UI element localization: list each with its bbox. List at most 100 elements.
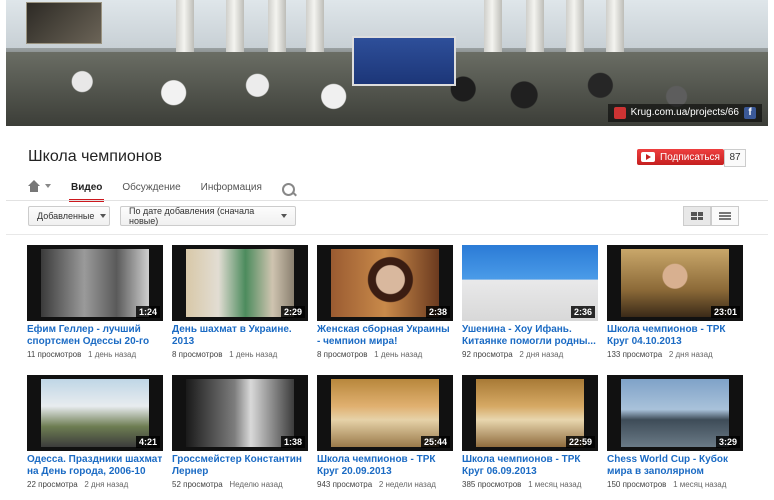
video-thumbnail[interactable]: 2:36 [462,245,598,321]
upload-age: 2 дня назад [84,480,129,489]
video-title[interactable]: Ушенина - Хоу Ифань. Китаянке помогли ро… [462,324,598,348]
video-duration: 1:38 [280,436,305,448]
tabs-divider [6,200,768,201]
video-duration: 1:24 [135,306,160,318]
video-title[interactable]: Гроссмейстер Константин Лернер [172,454,308,478]
video-meta: 22 просмотра 2 дня назад [27,480,163,489]
upload-age: 2 дня назад [668,350,713,359]
view-count: 8 просмотров [317,350,368,359]
chevron-down-icon [100,214,107,218]
krug-site-icon [613,107,626,119]
youtube-icon [641,152,656,162]
upload-age: 1 день назад [229,350,278,359]
video-title[interactable]: Ефим Геллер - лучший спортсмен Одессы 20… [27,324,163,348]
channel-title[interactable]: Школа чемпионов [28,148,162,166]
banner-link-text: Krug.com.ua/projects/66 [630,107,739,118]
video-card[interactable]: 2:36 Ушенина - Хоу Ифань. Китаянке помог… [462,245,598,359]
video-meta: 11 просмотров 1 день назад [27,350,163,359]
video-duration: 4:21 [135,436,160,448]
upload-age: 1 месяц назад [528,480,582,489]
tab-discussion[interactable]: Обсуждение [122,176,180,200]
list-view-button[interactable] [711,206,739,226]
video-duration: 2:36 [570,306,595,318]
video-duration: 2:29 [280,306,305,318]
upload-age: 2 недели назад [378,480,436,489]
tab-home[interactable] [28,176,51,192]
video-card[interactable]: 1:24 Ефим Геллер - лучший спортсмен Одес… [27,245,163,359]
view-count: 133 просмотра [607,350,663,359]
video-title[interactable]: Школа чемпионов - ТРК Круг 06.09.2013 [462,454,598,478]
video-thumbnail[interactable]: 1:24 [27,245,163,321]
video-card[interactable]: 4:21 Одесса. Праздники шахмат на День го… [27,375,163,489]
search-icon[interactable] [281,183,295,196]
subscribe-label: Подписаться [660,151,720,163]
tab-about[interactable]: Информация [201,176,262,200]
video-thumbnail[interactable]: 4:21 [27,375,163,451]
grid-view-button[interactable] [683,206,711,226]
video-meta: 8 просмотров 1 день назад [172,350,308,359]
video-card[interactable]: 23:01 Школа чемпионов - ТРК Круг 04.10.2… [607,245,743,359]
video-meta: 150 просмотров 1 месяц назад [607,480,743,489]
channel-tabs: Видео Обсуждение Информация [28,176,295,202]
video-meta: 8 просмотров 1 день назад [317,350,453,359]
facebook-icon[interactable]: f [744,107,756,119]
thumbnail-image [621,379,729,447]
video-card[interactable]: 22:59 Школа чемпионов - ТРК Круг 06.09.2… [462,375,598,489]
video-card[interactable]: 2:29 День шахмат в Украине. 2013 8 просм… [172,245,308,359]
video-duration: 23:01 [710,306,740,318]
tab-videos[interactable]: Видео [68,176,105,202]
channel-logo [26,2,102,44]
view-count: 150 просмотров [607,480,667,489]
view-count: 92 просмотра [462,350,513,359]
grid-icon [691,212,703,220]
video-card[interactable]: 2:38 Женская сборная Украины - чемпион м… [317,245,453,359]
filters-divider [6,234,768,235]
view-count: 11 просмотров [27,350,82,359]
thumbnail-image [186,379,294,447]
video-card[interactable]: 25:44 Школа чемпионов - ТРК Круг 20.09.2… [317,375,453,489]
upload-age: 1 день назад [88,350,137,359]
video-title[interactable]: Женская сборная Украины - чемпион мира! [317,324,453,348]
banner-link[interactable]: Krug.com.ua/projects/66 f [607,104,762,122]
video-meta: 133 просмотра 2 дня назад [607,350,743,359]
sort-dropdown[interactable]: По дате добавления (сначала новые) [120,206,296,226]
video-meta: 92 просмотра 2 дня назад [462,350,598,359]
video-thumbnail[interactable]: 22:59 [462,375,598,451]
channel-banner: Krug.com.ua/projects/66 f [6,0,768,126]
view-count: 52 просмотра [172,480,223,489]
home-icon [28,180,40,192]
video-duration: 3:29 [715,436,740,448]
thumbnail-image [41,249,149,317]
video-meta: 943 просмотра 2 недели назад [317,480,453,489]
subscriber-count: 87 [724,149,746,167]
video-card[interactable]: 3:29 Chess World Cup - Кубок мира в запо… [607,375,743,489]
video-meta: 52 просмотра Неделю назад [172,480,308,489]
video-card[interactable]: 1:38 Гроссмейстер Константин Лернер 52 п… [172,375,308,489]
subscribe-button[interactable]: Подписаться [637,149,724,165]
uploads-filter-dropdown[interactable]: Добавленные [28,206,110,226]
video-thumbnail[interactable]: 2:38 [317,245,453,321]
chevron-down-icon [45,184,51,188]
view-toggle [683,206,739,226]
video-thumbnail[interactable]: 25:44 [317,375,453,451]
upload-age: 1 день назад [374,350,423,359]
video-title[interactable]: Школа чемпионов - ТРК Круг 04.10.2013 [607,324,743,348]
video-title[interactable]: День шахмат в Украине. 2013 [172,324,308,348]
sort-label: По дате добавления (сначала новые) [129,206,255,226]
chevron-down-icon [281,214,287,218]
video-title[interactable]: Одесса. Праздники шахмат на День города,… [27,454,163,478]
video-thumbnail[interactable]: 1:38 [172,375,308,451]
view-count: 8 просмотров [172,350,223,359]
video-thumbnail[interactable]: 3:29 [607,375,743,451]
banner-sign [352,36,456,86]
view-count: 22 просмотра [27,480,78,489]
video-thumbnail[interactable]: 23:01 [607,245,743,321]
thumbnail-image [331,249,439,317]
video-thumbnail[interactable]: 2:29 [172,245,308,321]
view-count: 943 просмотра [317,480,373,489]
video-title[interactable]: Школа чемпионов - ТРК Круг 20.09.2013 [317,454,453,478]
video-duration: 25:44 [420,436,450,448]
thumbnail-image [41,379,149,447]
video-title[interactable]: Chess World Cup - Кубок мира в заполярно… [607,454,743,478]
view-count: 385 просмотров [462,480,522,489]
